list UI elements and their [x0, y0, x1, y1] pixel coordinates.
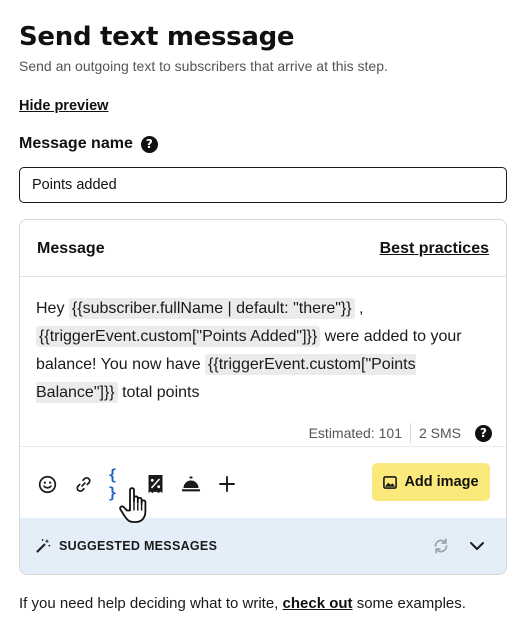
message-name-label: Message name ? [19, 135, 158, 153]
help-footer: If you need help deciding what to write,… [19, 595, 466, 612]
image-icon [383, 475, 398, 489]
page-title: Send text message [19, 22, 295, 52]
add-image-label: Add image [404, 474, 479, 490]
suggested-messages-label: SUGGESTED MESSAGES [36, 538, 217, 553]
hide-preview-link[interactable]: Hide preview [19, 98, 108, 114]
message-name-input[interactable] [19, 167, 507, 203]
suggested-messages-text: SUGGESTED MESSAGES [59, 538, 218, 553]
message-text: total points [117, 384, 200, 401]
variable-token[interactable]: {{triggerEvent.custom["Points Added"]}} [36, 326, 321, 347]
message-name-label-text: Message name [19, 135, 133, 152]
add-image-button[interactable]: Add image [372, 463, 490, 501]
magic-wand-icon [36, 538, 51, 553]
link-icon[interactable] [72, 473, 94, 495]
refresh-icon[interactable] [430, 535, 452, 557]
message-toolbar: { } Add image [20, 446, 506, 518]
divider [409, 423, 411, 443]
plus-icon[interactable] [216, 473, 238, 495]
sms-estimate: Estimated: 101 2 SMS ? [309, 423, 492, 443]
emoji-icon[interactable] [36, 473, 58, 495]
check-out-link[interactable]: check out [283, 595, 353, 612]
message-text: , [354, 300, 364, 317]
suggested-messages-bar[interactable]: SUGGESTED MESSAGES [20, 518, 506, 574]
message-editor[interactable]: Hey {{subscriber.fullName | default: "th… [36, 295, 496, 407]
help-icon[interactable]: ? [475, 424, 492, 442]
best-practices-link[interactable]: Best practices [380, 240, 489, 258]
message-card-title: Message [37, 240, 105, 257]
message-text: Hey [36, 300, 69, 317]
variable-token[interactable]: {{subscriber.fullName | default: "there"… [68, 298, 355, 319]
hand-cursor-icon [118, 486, 156, 526]
page-subtitle: Send an outgoing text to subscribers tha… [19, 58, 388, 74]
concierge-bell-icon[interactable] [180, 473, 202, 495]
estimated-count: Estimated: 101 [308, 425, 402, 441]
footer-text: some examples. [352, 595, 466, 612]
message-card-header: Message Best practices [20, 220, 506, 277]
sms-count: 2 SMS [418, 425, 461, 441]
footer-text: If you need help deciding what to write, [19, 595, 283, 612]
chevron-down-icon[interactable] [466, 535, 488, 557]
help-icon[interactable]: ? [140, 135, 158, 153]
message-card: Message Best practices Hey {{subscriber.… [19, 219, 507, 575]
